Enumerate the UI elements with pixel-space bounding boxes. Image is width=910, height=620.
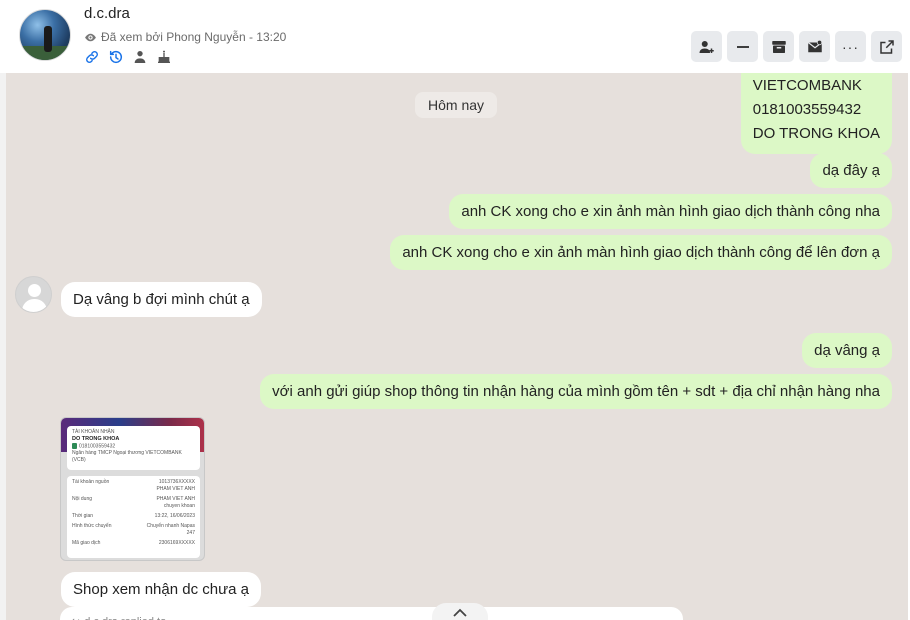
message-bubble-out[interactable]: VIETCOMBANK 0181003559432 DO TRONG KHOA <box>740 73 892 154</box>
receipt-row-value: PHAM VIET ANH <box>156 496 195 502</box>
receipt-row-label: Thời gian <box>72 513 94 519</box>
receipt-account: 0181003559432 <box>79 443 116 450</box>
contact-name[interactable]: d.c.dra <box>84 5 130 22</box>
receipt-label: TÀI KHOẢN NHẬN <box>72 429 115 435</box>
message-bubble-out[interactable]: dạ đây ạ <box>810 153 892 188</box>
message-line: DO TRONG KHOA <box>752 125 880 142</box>
receipt-recipient: DO TRONG KHOA <box>72 436 120 442</box>
seen-text: Đã xem bởi Phong Nguyễn - 13:20 <box>101 30 287 44</box>
sender-avatar[interactable] <box>15 276 52 313</box>
minimize-icon <box>736 45 749 48</box>
message-bubble-in[interactable]: Shop xem nhận dc chưa ạ <box>61 572 261 607</box>
receipt-bank: Ngân hàng TMCP Ngoại thương VIETCOMBANK … <box>72 450 182 464</box>
receipt-image[interactable]: TÀI KHOẢN NHẬN DO TRONG KHOA 01810035594… <box>60 417 205 561</box>
receipt-row-label: Mã giao dịch <box>72 540 101 546</box>
scroll-down-button[interactable] <box>432 603 488 620</box>
receipt-row-value: PHAM VIET ANH <box>156 486 195 492</box>
message-bubble-out[interactable]: anh CK xong cho e xin ảnh màn hình giao … <box>449 194 892 229</box>
inbox-icon <box>807 39 822 52</box>
receipt-row-value: 13:22, 16/06/2023 <box>154 513 195 519</box>
receipt-row-value: Chuyển nhanh Napas <box>146 523 195 529</box>
archive-icon <box>771 40 786 53</box>
add-contact-button[interactable] <box>691 31 722 62</box>
shield-icon <box>72 443 77 449</box>
message-bubble-out[interactable]: anh CK xong cho e xin ảnh màn hình giao … <box>390 235 892 270</box>
inbox-button[interactable] <box>799 31 830 62</box>
message-line: VIETCOMBANK <box>752 77 862 94</box>
receipt-recipient-card: TÀI KHOẢN NHẬN DO TRONG KHOA 01810035594… <box>67 426 200 470</box>
receipt-row-value: 247 <box>186 530 195 536</box>
receipt-row-value: 2306169XXXXX <box>158 540 195 546</box>
receipt-row-value: 1013736XXXXX <box>158 479 195 485</box>
open-external-icon <box>879 39 894 54</box>
chat-header: d.c.dra Đã xem bởi Phong Nguyễn - 13:20 <box>0 0 910 73</box>
archive-button[interactable] <box>763 31 794 62</box>
message-bubble-in[interactable]: Dạ vâng b đợi mình chút ạ <box>61 282 262 317</box>
more-button[interactable]: ··· <box>835 31 866 62</box>
contact-avatar[interactable] <box>19 9 71 61</box>
message-bubble-out[interactable]: với anh gửi giúp shop thông tin nhận hàn… <box>260 374 892 409</box>
chevron-up-icon <box>453 608 467 617</box>
receipt-row-value: chuyen khoan <box>163 503 195 509</box>
message-bubble-out[interactable]: dạ vâng ạ <box>802 333 892 368</box>
link-icon[interactable] <box>84 49 100 65</box>
person-icon[interactable] <box>132 49 148 65</box>
more-icon: ··· <box>842 38 859 55</box>
seen-status: Đã xem bởi Phong Nguyễn - 13:20 <box>84 30 286 44</box>
receipt-row-label: Tài khoản nguồn <box>72 479 110 485</box>
open-external-button[interactable] <box>871 31 902 62</box>
history-icon[interactable] <box>108 49 124 65</box>
quick-actions <box>84 49 172 65</box>
reply-preview[interactable]: ↪ d.c.dra replied to... <box>60 607 683 620</box>
header-actions: ··· <box>691 31 902 62</box>
minimize-button[interactable] <box>727 31 758 62</box>
receipt-row-label: Nội dung <box>72 496 93 502</box>
receipt-details-card: Tài khoản nguồn 1013736XXXXX PHAM VIET AN… <box>67 476 200 558</box>
message-line: 0181003559432 <box>752 101 862 118</box>
chat-area[interactable]: Hôm nay VIETCOMBANK 0181003559432 DO TRO… <box>6 73 910 620</box>
receipt-row-label: Hình thức chuyển <box>72 523 112 529</box>
cake-icon[interactable] <box>156 49 172 65</box>
add-contact-icon <box>699 40 714 53</box>
date-separator: Hôm nay <box>415 92 498 118</box>
eye-icon <box>85 33 96 41</box>
